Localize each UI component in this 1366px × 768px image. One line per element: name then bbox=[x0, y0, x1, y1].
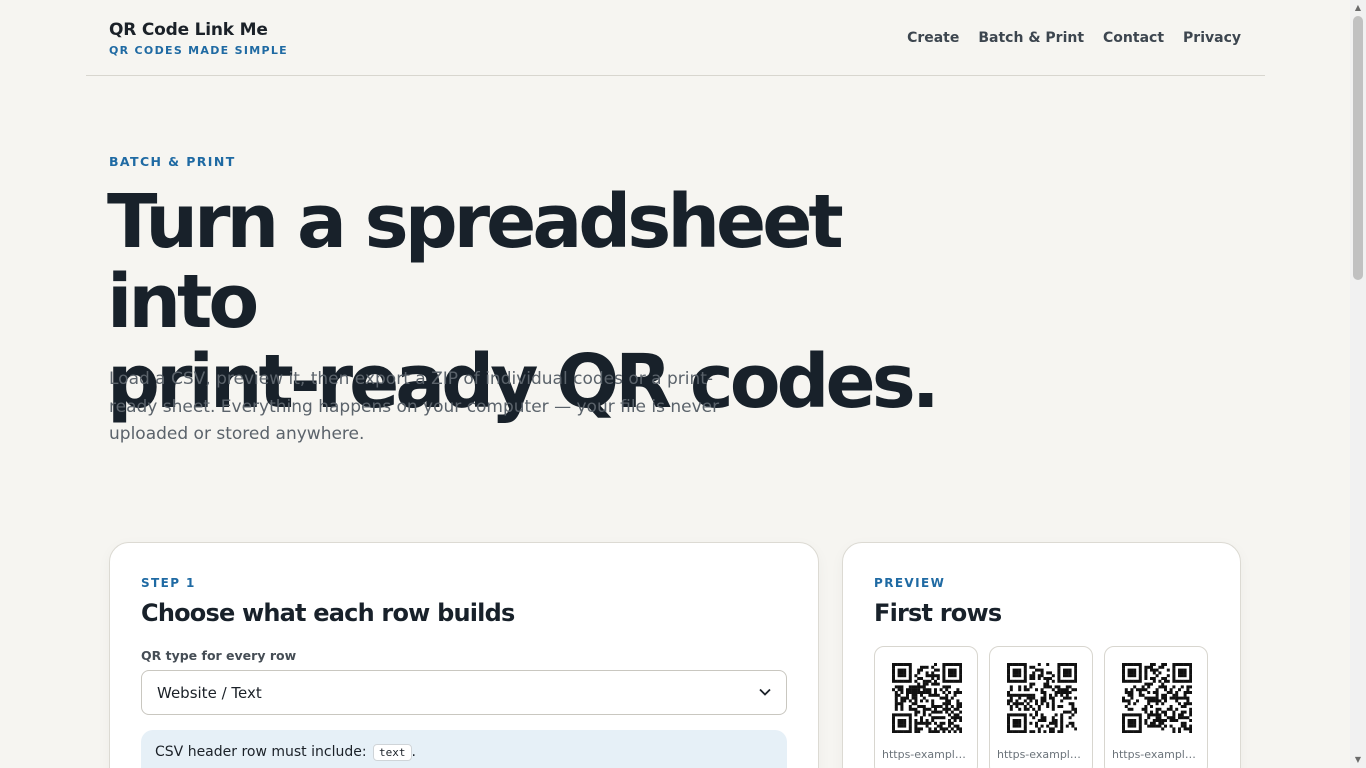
qr-type-select[interactable]: Website / Text bbox=[141, 670, 787, 715]
preview-heading: First rows bbox=[874, 599, 1002, 627]
qr-code-icon bbox=[892, 663, 962, 733]
chevron-down-icon bbox=[759, 686, 771, 699]
preview-label: PREVIEW bbox=[874, 576, 946, 590]
hint-prefix: CSV header row must include: bbox=[155, 744, 367, 760]
hero-title-line-1: Turn a spreadsheet into bbox=[107, 179, 844, 345]
qr-code-icon bbox=[1122, 663, 1192, 733]
hero-eyebrow: BATCH & PRINT bbox=[109, 154, 236, 169]
page: QR Code Link Me QR CODES MADE SIMPLE Cre… bbox=[0, 0, 1350, 768]
nav-link-create[interactable]: Create bbox=[907, 30, 959, 46]
brand-title[interactable]: QR Code Link Me bbox=[109, 20, 268, 40]
preview-tiles: https-example-c... https-example-c... ht… bbox=[874, 646, 1208, 768]
scroll-up-arrow-icon[interactable]: ▲ bbox=[1350, 0, 1366, 16]
preview-tile-label: https-example-c... bbox=[1112, 748, 1202, 761]
step1-card: STEP 1 Choose what each row builds QR ty… bbox=[109, 542, 819, 768]
main-nav: Create Batch & Print Contact Privacy bbox=[907, 30, 1241, 46]
scroll-down-arrow-icon[interactable]: ▼ bbox=[1350, 752, 1366, 768]
hint-suffix: . bbox=[411, 744, 416, 760]
qr-type-label: QR type for every row bbox=[141, 648, 297, 663]
page-scrollbar[interactable]: ▲ ▼ bbox=[1350, 0, 1366, 768]
scroll-thumb[interactable] bbox=[1353, 16, 1363, 280]
preview-tile-label: https-example-c... bbox=[997, 748, 1087, 761]
preview-tile-label: https-example-c... bbox=[882, 748, 972, 761]
csv-header-hint: CSV header row must include: text. bbox=[141, 730, 787, 768]
nav-link-privacy[interactable]: Privacy bbox=[1183, 30, 1241, 46]
step-label: STEP 1 bbox=[141, 576, 196, 590]
hint-code: text bbox=[373, 744, 412, 761]
preview-tile[interactable]: https-example-c... bbox=[874, 646, 978, 768]
hero-description: Load a CSV, preview it, then export a ZI… bbox=[109, 369, 720, 444]
preview-tile[interactable]: https-example-c... bbox=[1104, 646, 1208, 768]
site-header: QR Code Link Me QR CODES MADE SIMPLE Cre… bbox=[86, 0, 1265, 76]
step-heading: Choose what each row builds bbox=[141, 599, 515, 627]
qr-type-select-value: Website / Text bbox=[157, 683, 262, 702]
preview-tile[interactable]: https-example-c... bbox=[989, 646, 1093, 768]
qr-code-icon bbox=[1007, 663, 1077, 733]
brand-tagline: QR CODES MADE SIMPLE bbox=[109, 44, 288, 57]
nav-link-contact[interactable]: Contact bbox=[1103, 30, 1164, 46]
preview-card: PREVIEW First rows https-example-c... ht… bbox=[842, 542, 1241, 768]
nav-link-batch-print[interactable]: Batch & Print bbox=[978, 30, 1084, 46]
